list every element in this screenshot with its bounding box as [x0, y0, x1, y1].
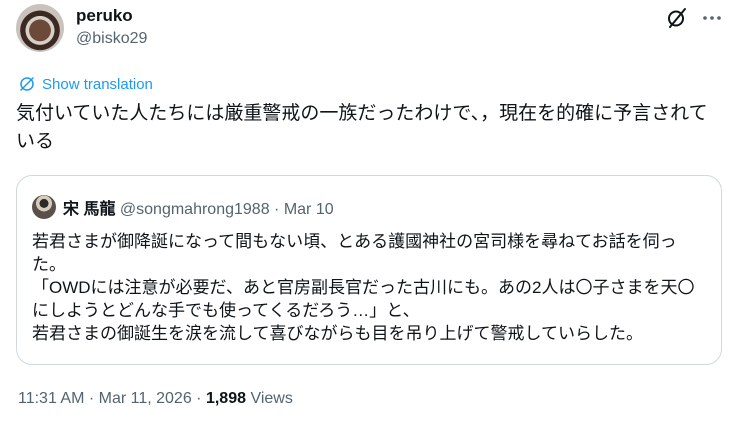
- quoted-tweet[interactable]: 宋 馬龍 @songmahrong1988 · Mar 10 若君さまが御降誕に…: [16, 175, 722, 365]
- tweet-timestamp[interactable]: 11:31 AM · Mar 11, 2026: [18, 390, 192, 407]
- quote-author-handle[interactable]: @songmahrong1988: [120, 201, 270, 218]
- author-handle[interactable]: @bisko29: [76, 30, 147, 48]
- quote-meta-separator: ·: [269, 201, 284, 218]
- quote-text-line: 若君さまの御誕生を涙を流して喜びながらも目を吊り上げて警戒していらした。: [32, 324, 643, 343]
- more-icon[interactable]: [700, 6, 724, 30]
- tweet-text: 気付いていた人たちには厳重警戒の一族だったわけで、，現在を的確に予言されている: [16, 103, 708, 152]
- quote-text-line: 「OWDには注意が必要だ、あと官房副長官だった古川にも。あの2人は〇子さまを天〇…: [32, 278, 695, 320]
- show-translation-link[interactable]: Show translation: [18, 75, 153, 93]
- grok-icon[interactable]: [665, 6, 689, 30]
- quote-avatar[interactable]: [32, 195, 56, 219]
- views-count: 1,898: [205, 390, 246, 407]
- quote-date[interactable]: Mar 10: [284, 201, 334, 218]
- tweet-meta: 11:31 AM · Mar 11, 2026 · 1,898 Views: [18, 390, 293, 408]
- avatar[interactable]: [16, 4, 64, 52]
- quote-text: 若君さまが御降誕になって間もない頃、とある護國神社の宮司様を尋ねてお話を伺った。…: [32, 230, 708, 345]
- quote-author-name[interactable]: 宋 馬龍: [63, 201, 115, 218]
- author-name[interactable]: peruko: [76, 6, 133, 26]
- quote-text-line: 若君さまが御降誕になって間もない頃、とある護國神社の宮司様を尋ねてお話を伺った。: [32, 232, 677, 274]
- meta-separator: ·: [191, 390, 206, 407]
- views-label: Views: [250, 390, 293, 407]
- quote-header: 宋 馬龍 @songmahrong1988 · Mar 10: [63, 195, 334, 219]
- translate-icon: [20, 77, 34, 91]
- show-translation-label: Show translation: [42, 75, 153, 93]
